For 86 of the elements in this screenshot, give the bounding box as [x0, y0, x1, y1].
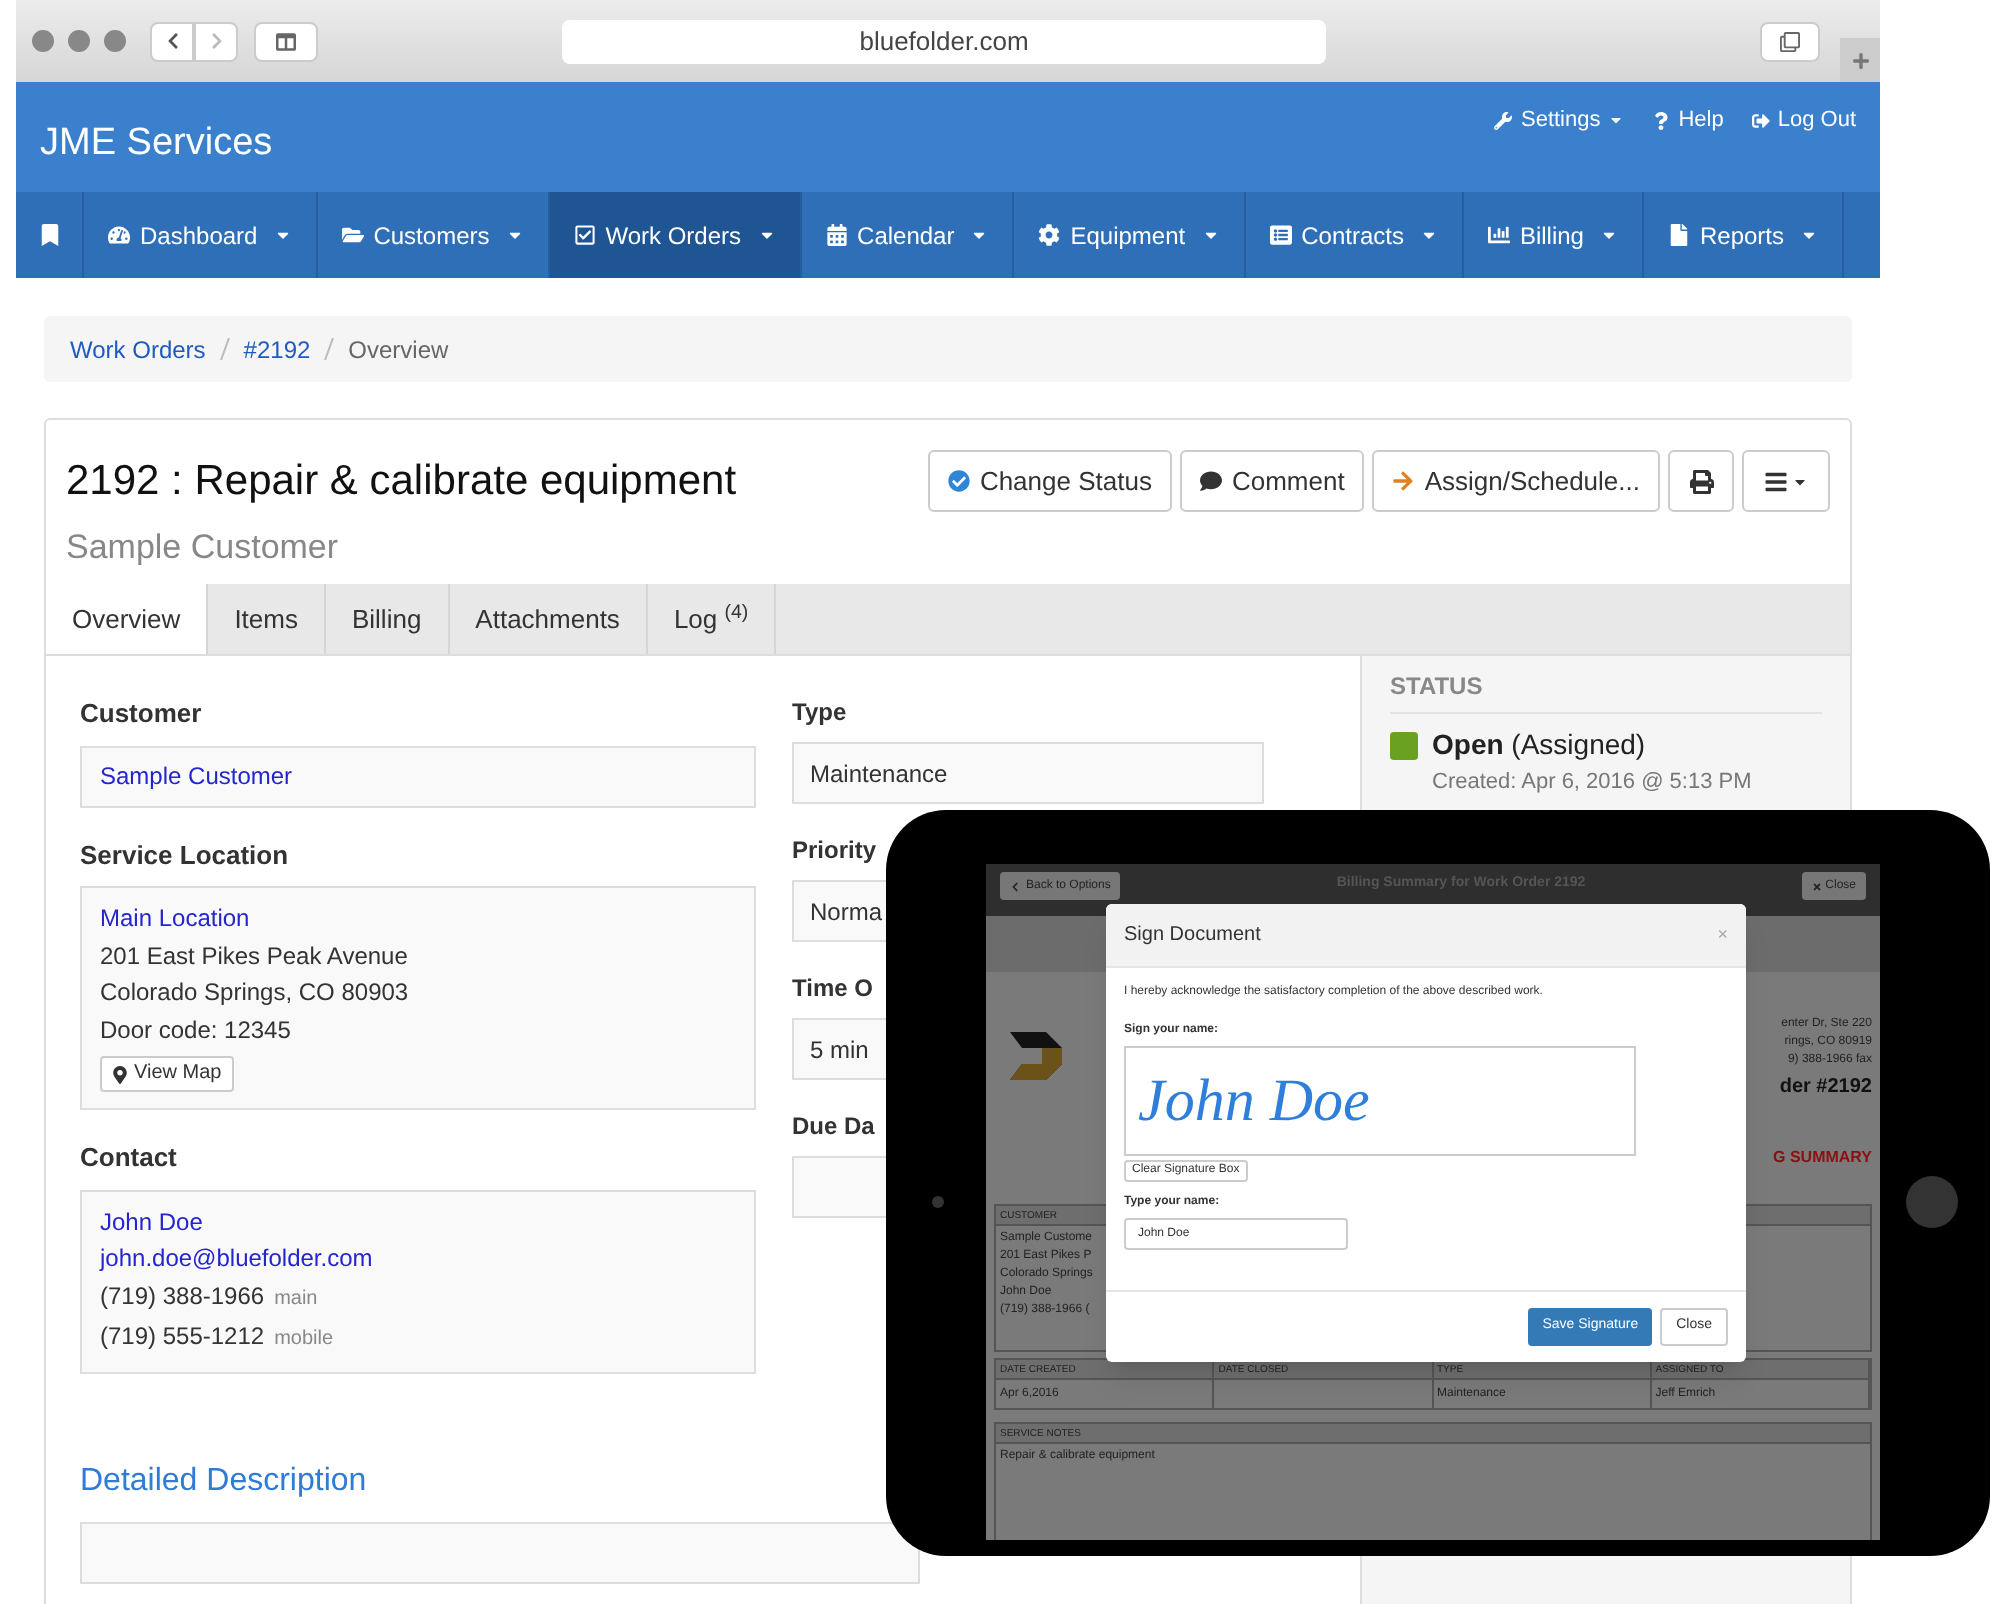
plus-icon: [1851, 51, 1869, 69]
address-line: Door code: 12345: [100, 1013, 291, 1047]
app-name: JME Services: [40, 120, 273, 168]
contact-name-link[interactable]: John Doe: [100, 1203, 203, 1240]
breadcrumb-link[interactable]: #2192: [243, 331, 311, 367]
checkbox-icon: [573, 224, 596, 246]
order-heading: der #2192: [1779, 1074, 1872, 1102]
nav-tab[interactable]: Calendar: [801, 192, 1015, 278]
breadcrumb-current: Overview: [348, 333, 449, 367]
print-icon: [1689, 469, 1713, 493]
address-bar[interactable]: bluefolder.com: [562, 19, 1326, 63]
status-text: Open (Assigned): [1432, 726, 1646, 764]
print-button[interactable]: [1668, 450, 1734, 512]
calendar-icon: [825, 224, 848, 246]
signature-pad[interactable]: John Doe: [1124, 1046, 1636, 1156]
camera-icon: [932, 1196, 944, 1208]
arrow-right-icon: [1392, 470, 1415, 492]
created-date: Created: Apr 6, 2016 @ 5:13 PM: [1432, 770, 1754, 796]
phone-number: (719) 555-1212: [100, 1320, 265, 1354]
tab-overview-button[interactable]: [1760, 21, 1820, 61]
header-link[interactable]: Settings: [1494, 104, 1625, 137]
sidebar-button[interactable]: [254, 21, 318, 61]
field-label: Service Location: [80, 837, 289, 873]
tabs-icon: [1780, 31, 1800, 51]
close-icon: [1811, 881, 1822, 891]
customer-link[interactable]: Sample Customer: [100, 758, 293, 794]
email-link[interactable]: john.doe@bluefolder.com: [100, 1240, 373, 1277]
help-icon: [1652, 111, 1671, 130]
nav-tab[interactable]: Reports: [1643, 192, 1845, 278]
caret-icon: [1608, 112, 1625, 129]
action-button[interactable]: Assign/Schedule...: [1372, 450, 1660, 512]
field-label: Priority: [792, 834, 877, 868]
window-control-icon[interactable]: [32, 30, 54, 52]
menu-icon: [1764, 469, 1788, 493]
file-icon: [1667, 224, 1690, 246]
nav-tab[interactable]: Billing: [1463, 192, 1644, 278]
menu-button[interactable]: [1742, 450, 1830, 512]
field-label: Contact: [80, 1140, 177, 1176]
new-tab-button[interactable]: [1840, 38, 1880, 82]
logout-icon: [1751, 111, 1770, 130]
gauge-icon: [108, 224, 130, 246]
header-link[interactable]: Log Out: [1751, 104, 1856, 137]
nav-tab[interactable]: Equipment: [1014, 192, 1246, 278]
window-control-icon[interactable]: [104, 30, 126, 52]
address-line: Colorado Springs, CO 80903: [100, 976, 409, 1010]
back-button[interactable]: [150, 21, 194, 61]
chevron-left-icon: [1010, 881, 1020, 891]
header-link[interactable]: Help: [1652, 104, 1724, 137]
tab[interactable]: Overview: [46, 584, 209, 654]
breadcrumb-link[interactable]: Work Orders: [70, 331, 206, 367]
view-map-button[interactable]: View Map: [100, 1056, 234, 1092]
work-order-title: 2192 : Repair & calibrate equipment: [66, 456, 737, 508]
section-heading: Detailed Description: [80, 1461, 369, 1501]
window-control-icon[interactable]: [68, 30, 90, 52]
phone-tag: main: [274, 1281, 318, 1318]
phone-number: (719) 388-1966: [100, 1279, 265, 1313]
nav-tab[interactable]: Work Orders: [549, 192, 802, 278]
action-button[interactable]: Comment: [1179, 450, 1365, 512]
status-heading: STATUS: [1390, 668, 1822, 714]
gear-icon: [1038, 224, 1061, 246]
field-label: Time O: [792, 972, 873, 1006]
speech-bubble-icon: [1199, 470, 1222, 492]
field-value: Maintenance: [792, 742, 1264, 804]
field-label: Due Da: [792, 1110, 875, 1144]
action-button[interactable]: Change Status: [927, 450, 1172, 512]
phone-tag: mobile: [274, 1322, 334, 1359]
chevron-left-icon: [163, 32, 181, 50]
field-label: Type: [792, 696, 847, 730]
field-label: Customer: [80, 696, 202, 732]
wrench-icon: [1494, 111, 1513, 130]
bar-chart-icon: [1487, 224, 1510, 246]
sidebar-icon: [276, 31, 296, 51]
slash-separator-icon: [219, 338, 230, 360]
customer-subtitle: Sample Customer: [66, 525, 341, 569]
logo-icon: [1006, 1028, 1066, 1084]
list-icon: [1269, 224, 1292, 246]
address-line: 201 East Pikes Peak Avenue: [100, 939, 408, 973]
map-pin-icon: [112, 1065, 128, 1083]
nav-tab[interactable]: Contracts: [1245, 192, 1464, 278]
bookmark-icon: [39, 224, 59, 246]
summary-heading: G SUMMARY: [1773, 1146, 1872, 1170]
slash-separator-icon: [324, 338, 335, 360]
folder-icon: [341, 224, 364, 246]
nav-tab[interactable]: Dashboard: [84, 192, 318, 278]
location-link[interactable]: Main Location: [100, 900, 250, 937]
chevron-right-icon: [207, 32, 225, 50]
